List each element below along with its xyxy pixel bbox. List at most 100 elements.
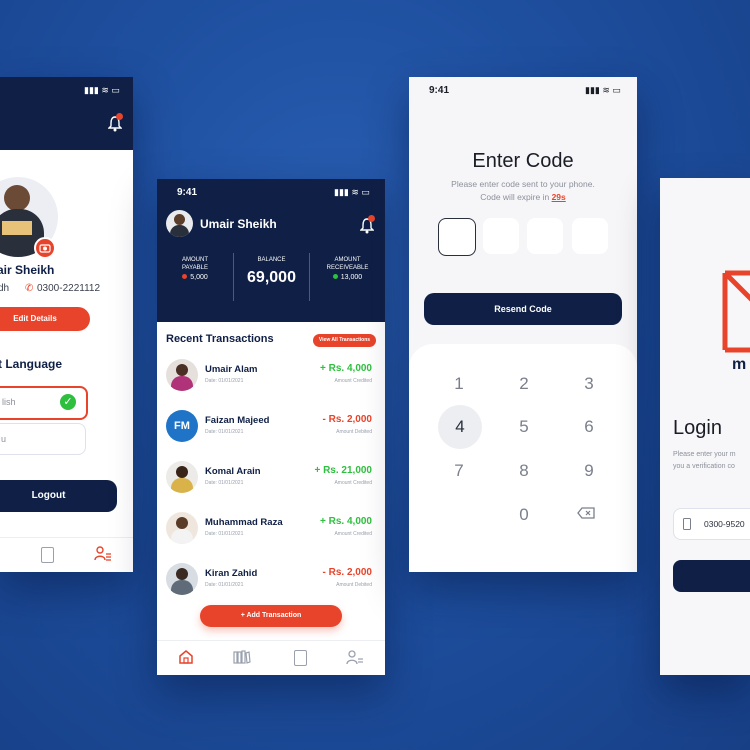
mobile-icon (683, 518, 691, 530)
transaction-status: Amount Credited (334, 378, 372, 384)
enter-code-screen: 9:41 ▮▮▮ ≋ ▭ Enter Code Please enter cod… (409, 77, 637, 572)
user-name: Umair Sheikh (200, 217, 277, 231)
nav-profile-icon[interactable] (94, 545, 112, 568)
key-3[interactable]: 3 (569, 364, 609, 404)
profile-name: air Sheikh (0, 263, 55, 277)
stat-balance-label: BALANCE (257, 257, 286, 263)
add-transaction-button[interactable]: + Add Transaction (200, 605, 342, 627)
bell-icon[interactable] (359, 215, 375, 234)
login-title: Login (673, 417, 722, 439)
bottom-nav (157, 640, 385, 675)
nav-contacts-icon[interactable] (294, 650, 307, 666)
status-time: 9:41 (429, 85, 450, 96)
edit-details-button[interactable]: Edit Details (0, 307, 90, 331)
transaction-status: Amount Credited (334, 480, 372, 486)
transaction-status: Amount Debited (336, 582, 372, 588)
stat-balance: BALANCE 69,000 (234, 256, 309, 287)
check-icon: ✓ (60, 394, 76, 410)
key-7[interactable]: 7 (439, 451, 479, 491)
status-icons: ▮▮▮ ≋ ▭ (84, 85, 120, 95)
status-time: 9:41 (177, 187, 198, 198)
dashboard-header: 9:41 ▮▮▮ ≋ ▭ Umair Sheikh AMOUNT PAYABLE… (157, 179, 385, 322)
phone-icon: ✆ (25, 283, 34, 294)
user-avatar (166, 210, 193, 237)
code-expire-text: Code will expire in (480, 192, 552, 202)
profile-screen: ▮▮▮ ≋ ▭ air Sheikh dh ✆ 0300-2221112 Edi… (0, 77, 133, 572)
language-option-urdu-label: u (1, 434, 7, 444)
key-4[interactable]: 4 (438, 405, 482, 449)
bell-icon[interactable] (107, 113, 123, 132)
key-9[interactable]: 9 (569, 451, 609, 491)
nav-home-icon[interactable] (178, 649, 194, 670)
transaction-avatar (166, 563, 198, 595)
key-8[interactable]: 8 (504, 451, 544, 491)
transaction-date: Date: 01/01/2021 (205, 531, 244, 537)
transaction-amount: + Rs. 4,000 (320, 516, 372, 527)
notification-dot (116, 113, 123, 120)
transaction-date: Date: 01/01/2021 (205, 582, 244, 588)
code-digit-2[interactable] (483, 218, 519, 254)
camera-icon[interactable] (34, 237, 56, 259)
transaction-status: Amount Credited (334, 531, 372, 537)
transaction-row[interactable]: Umair Alam Date: 01/01/2021 + Rs. 4,000 … (157, 357, 385, 407)
logo-icon (722, 270, 750, 365)
stat-receivable: AMOUNT RECEIVEABLE 13,000 (310, 256, 385, 281)
language-option-urdu[interactable]: u (0, 423, 86, 455)
transaction-name: Komal Arain (205, 466, 261, 477)
stat-payable-label: AMOUNT PAYABLE (181, 257, 208, 271)
backspace-icon[interactable] (577, 506, 595, 524)
transaction-avatar: FM (166, 410, 198, 442)
login-screen: m Login Please enter your m you a verifi… (660, 178, 750, 675)
stat-balance-value: 69,000 (247, 269, 296, 286)
resend-code-button[interactable]: Resend Code (424, 293, 622, 325)
logout-label: Logout (31, 490, 66, 501)
countdown: 29s (551, 192, 566, 202)
key-5[interactable]: 5 (504, 407, 544, 447)
transaction-status: Amount Debited (336, 429, 372, 435)
dashboard-screen: 9:41 ▮▮▮ ≋ ▭ Umair Sheikh AMOUNT PAYABLE… (157, 179, 385, 675)
stat-receivable-value: 13,000 (340, 274, 363, 281)
language-option-english[interactable]: lish ✓ (0, 386, 88, 420)
login-instructions-2: you a verification co (673, 463, 735, 470)
code-digit-3[interactable] (527, 218, 563, 254)
profile-header: ▮▮▮ ≋ ▭ (0, 77, 133, 150)
transaction-row[interactable]: Muhammad Raza Date: 01/01/2021 + Rs. 4,0… (157, 510, 385, 560)
transaction-avatar (166, 359, 198, 391)
transaction-name: Kiran Zahid (205, 568, 258, 579)
logout-button[interactable]: Logout (0, 480, 117, 512)
red-dot (182, 274, 188, 279)
transaction-date: Date: 01/01/2021 (205, 378, 244, 384)
login-instructions-1: Please enter your m (673, 451, 736, 458)
transaction-row[interactable]: Komal Arain Date: 01/01/2021 + Rs. 21,00… (157, 459, 385, 509)
stat-payable-value: 5,000 (190, 274, 208, 281)
stat-payable-value-row: 5,000 (157, 274, 233, 281)
transaction-row[interactable]: FM Faizan Majeed Date: 01/01/2021 - Rs. … (157, 408, 385, 458)
login-button[interactable] (673, 560, 750, 592)
transaction-date: Date: 01/01/2021 (205, 480, 244, 486)
profile-phone: 0300-2221112 (37, 283, 101, 294)
phone-input-value: 0300-9520 (704, 519, 745, 529)
notification-dot (368, 215, 375, 222)
key-1[interactable]: 1 (439, 364, 479, 404)
transaction-date: Date: 01/01/2021 (205, 429, 244, 435)
status-icons: ▮▮▮ ≋ ▭ (334, 187, 370, 197)
code-title: Enter Code (472, 150, 574, 172)
code-digit-1[interactable] (438, 218, 476, 256)
transaction-name: Muhammad Raza (205, 517, 283, 528)
nav-profile-icon[interactable] (346, 649, 364, 672)
transaction-avatar (166, 512, 198, 544)
code-digit-4[interactable] (572, 218, 608, 254)
language-heading: t Language (0, 357, 63, 371)
phone-input[interactable]: 0300-9520 (673, 508, 750, 540)
nav-contacts-icon[interactable] (41, 547, 54, 563)
transaction-name: Umair Alam (205, 364, 258, 375)
key-6[interactable]: 6 (569, 407, 609, 447)
key-0[interactable]: 0 (504, 495, 544, 535)
transaction-row[interactable]: Kiran Zahid Date: 01/01/2021 - Rs. 2,000… (157, 561, 385, 611)
brand-name: m (732, 356, 747, 373)
stat-receivable-value-row: 13,000 (310, 274, 385, 281)
view-all-button[interactable]: View All Transactions (313, 334, 376, 347)
nav-books-icon[interactable] (233, 650, 251, 669)
green-dot (332, 274, 338, 279)
key-2[interactable]: 2 (504, 364, 544, 404)
